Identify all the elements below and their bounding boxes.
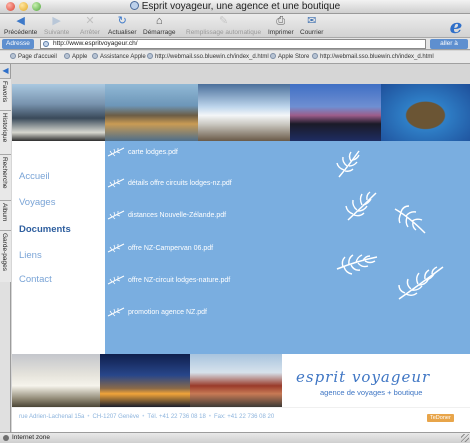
favorite-item[interactable]: Assistance Apple: [92, 53, 146, 62]
document-link[interactable]: promotion agence NZ.pdf: [107, 307, 207, 319]
documents-panel: carte lodges.pdf détails offre circuits …: [105, 141, 470, 354]
bookmark-icon: [270, 53, 276, 59]
bookmark-icon: [10, 53, 16, 59]
document-link[interactable]: offre NZ-Campervan 06.pdf: [107, 243, 213, 255]
site-navigation: Accueil Voyages Documents Liens Contact: [12, 141, 105, 354]
internet-zone-icon: [3, 435, 9, 441]
document-link[interactable]: offre NZ-circuit lodges-nature.pdf: [107, 275, 230, 287]
document-link[interactable]: carte lodges.pdf: [107, 147, 178, 159]
favorite-item[interactable]: Apple: [64, 53, 87, 62]
bookmark-icon: [64, 53, 70, 59]
print-icon: ⎙: [276, 15, 286, 27]
go-button[interactable]: aller à: [430, 39, 468, 49]
footer-city: CH-1207 Genève: [92, 414, 140, 420]
photo-sunset-bay: [290, 84, 381, 141]
footer-street: rue Adrien-Lachenal 15a: [19, 414, 85, 420]
url-input[interactable]: http://www.espritvoyageur.ch/: [40, 39, 426, 49]
footer-fax: Fax: +41 22 736 08 20: [213, 414, 275, 420]
favorite-item[interactable]: Apple Store: [270, 53, 309, 62]
print-button[interactable]: ⎙ Imprimer: [268, 15, 294, 36]
back-button[interactable]: ◀ Précédente: [4, 15, 37, 36]
document-link[interactable]: distances Nouvelle-Zélande.pdf: [107, 210, 226, 222]
photo-mountain-lodge: [190, 354, 282, 407]
globe-icon: [129, 1, 139, 10]
fern-icon: [107, 243, 125, 253]
fern-icon: [107, 307, 125, 317]
address-bar: Adresse http://www.espritvoyageur.ch/ al…: [0, 38, 470, 50]
logo-tagline: agence de voyages + boutique: [320, 388, 423, 397]
credit-badge[interactable]: TeDoner: [427, 414, 454, 422]
browser-toolbar: ◀ Précédente ▶ Suivante ✕ Arrêter ↻ Actu…: [0, 14, 470, 38]
fern-decoration-icon: [336, 150, 360, 178]
window-title: Esprit voyageur, une agence et une bouti…: [0, 1, 470, 12]
fern-icon: [107, 210, 125, 220]
page-icon: [43, 41, 49, 47]
status-bar: Internet zone: [0, 432, 470, 443]
fern-decoration-icon: [336, 254, 378, 275]
forward-button[interactable]: ▶ Suivante: [44, 15, 69, 36]
browser-logo-icon: e: [449, 14, 463, 38]
address-label: Adresse: [2, 39, 34, 49]
stop-button[interactable]: ✕ Arrêter: [80, 15, 100, 36]
home-icon: ⌂: [155, 15, 163, 27]
nav-liens[interactable]: Liens: [19, 250, 42, 261]
agency-logo[interactable]: esprit voyageur agence de voyages + bout…: [282, 354, 470, 407]
bookmark-icon: [312, 53, 318, 59]
tab-historique[interactable]: Historique: [0, 110, 11, 154]
autofill-icon: ✎: [218, 15, 229, 27]
favorite-item[interactable]: http://webmail.sso.bluewin.ch/index_d.ht…: [147, 53, 269, 62]
mail-icon: ✉: [307, 15, 317, 27]
tab-favoris[interactable]: Favoris: [0, 78, 11, 110]
refresh-icon: ↻: [117, 15, 127, 27]
nav-contact[interactable]: Contact: [19, 274, 52, 285]
document-link[interactable]: détails offre circuits lodges-nz.pdf: [107, 178, 232, 190]
back-arrow-icon: ◀: [16, 15, 25, 27]
home-button[interactable]: ⌂ Démarrage: [143, 15, 176, 36]
autofill-button[interactable]: ✎ Remplissage automatique: [186, 15, 261, 36]
web-page: Accueil Voyages Documents Liens Contact …: [12, 84, 470, 432]
title-bar: Esprit voyageur, une agence et une bouti…: [0, 0, 470, 14]
fern-decoration-icon: [398, 266, 444, 300]
photo-penguins: [12, 84, 105, 141]
bookmark-icon: [147, 53, 153, 59]
fern-icon: [107, 178, 125, 188]
favorites-bar: Page d'accueil Apple Assistance Apple ht…: [0, 51, 470, 64]
tab-recherche[interactable]: Recherche: [0, 154, 11, 200]
refresh-button[interactable]: ↻ Actualiser: [108, 15, 137, 36]
fern-icon: [107, 275, 125, 285]
nav-documents[interactable]: Documents: [19, 224, 71, 235]
mail-button[interactable]: ✉ Courrier: [300, 15, 323, 36]
fern-decoration-icon: [345, 191, 377, 221]
forward-arrow-icon: ▶: [52, 15, 61, 27]
fern-decoration-icon: [394, 205, 426, 234]
stop-icon: ✕: [85, 15, 95, 27]
resize-handle[interactable]: [461, 434, 469, 442]
status-text: Internet zone: [12, 434, 50, 441]
favorite-item[interactable]: http://webmail.sso.bluewin.ch/index_d.ht…: [312, 53, 434, 62]
tab-album[interactable]: Album: [0, 200, 11, 230]
fern-icon: [107, 147, 125, 157]
explorer-bar: ◀ Favoris Historique Recherche Album Gar…: [0, 64, 11, 432]
logo-name: esprit voyageur: [296, 368, 431, 386]
photo-geyser-steam: [12, 354, 100, 407]
collapse-explorer-icon[interactable]: ◀: [1, 66, 10, 75]
footer-phone: Tél. +41 22 736 08 18: [147, 414, 206, 420]
photo-geyser: [198, 84, 290, 141]
photo-city-night: [100, 354, 190, 407]
bookmark-icon: [92, 53, 98, 59]
photo-kea-parrot: [381, 84, 470, 141]
photo-lodge-lake: [105, 84, 198, 141]
footer-contact: rue Adrien-Lachenal 15a • CH-1207 Genève • T…: [12, 407, 470, 432]
tab-garde-pages[interactable]: Garde-pages: [0, 230, 11, 282]
nav-accueil[interactable]: Accueil: [19, 171, 50, 182]
nav-voyages[interactable]: Voyages: [19, 197, 55, 208]
favorite-item[interactable]: Page d'accueil: [10, 53, 57, 62]
